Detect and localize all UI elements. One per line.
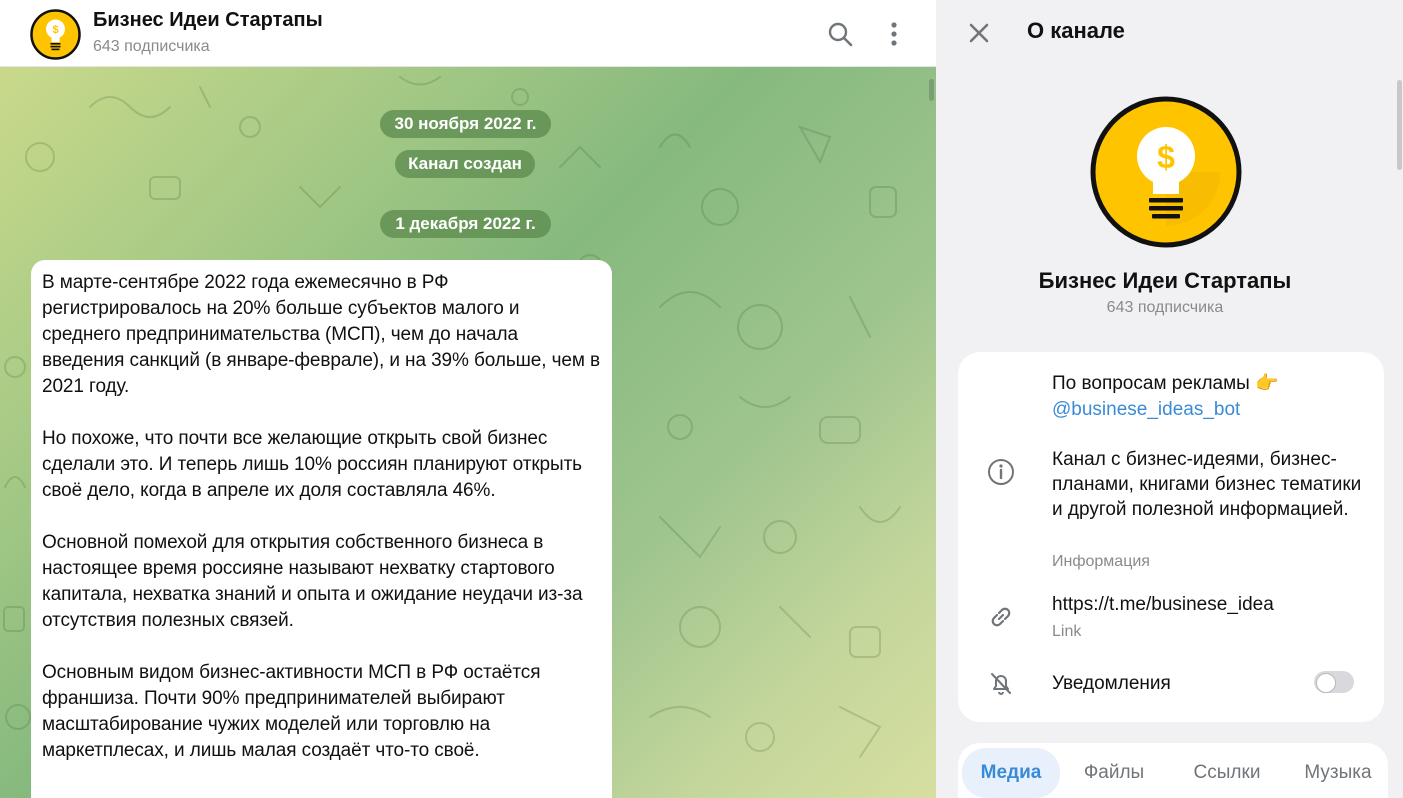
chat-title[interactable]: Бизнес Идеи Стартапы <box>93 9 323 32</box>
chat-scrollbar[interactable] <box>929 79 934 101</box>
ads-text: По вопросам рекламы 👉 <box>1052 373 1279 394</box>
chat-messages[interactable]: 30 ноября 2022 г. Канал создан 1 декабря… <box>0 67 936 798</box>
link-icon <box>984 600 1018 634</box>
channel-link[interactable]: https://t.me/businese_idea <box>1052 592 1274 617</box>
channel-avatar[interactable]: $ <box>30 9 81 60</box>
info-scrollbar[interactable] <box>1397 80 1402 170</box>
bell-muted-icon <box>984 666 1018 700</box>
search-icon[interactable] <box>822 16 858 52</box>
date-separator[interactable]: 1 декабря 2022 г. <box>380 210 551 238</box>
description-caption: Информация <box>1052 553 1150 570</box>
message-paragraph: Основным видом бизнес-активности МСП в Р… <box>42 662 541 761</box>
message-paragraph: Основной помехой для открытия собственно… <box>42 532 583 631</box>
channel-info-panel: О канале $ Бизнес Идеи Стартапы 643 подп… <box>936 0 1403 798</box>
service-message-channel-created: Канал создан <box>395 150 535 178</box>
info-subscribers: 643 подписчика <box>1106 299 1224 316</box>
shared-media-tabs: Медиа Файлы Ссылки Музыка <box>958 743 1388 798</box>
channel-avatar-large[interactable]: $ <box>1090 96 1242 248</box>
tab-links[interactable]: Ссылки <box>1176 748 1278 798</box>
info-icon <box>984 455 1018 489</box>
message-bubble[interactable]: В марте-сентябре 2022 года ежемесячно в … <box>31 260 612 798</box>
info-channel-name: Бизнес Идеи Стартапы <box>1038 268 1292 293</box>
message-paragraph: В марте-сентябре 2022 года ежемесячно в … <box>42 272 600 397</box>
notifications-toggle[interactable] <box>1314 671 1354 693</box>
channel-description: Канал с бизнес-идеями, бизнес-планами, к… <box>1052 449 1362 520</box>
chat-header[interactable]: $ Бизнес Идеи Стартапы 643 подписчика <box>0 0 936 67</box>
notifications-label: Уведомления <box>1052 673 1171 694</box>
tab-files[interactable]: Файлы <box>1068 748 1160 798</box>
chat-panel: $ Бизнес Идеи Стартапы 643 подписчика 30… <box>0 0 936 798</box>
tab-media[interactable]: Медиа <box>962 748 1060 798</box>
message-paragraph: Но похоже, что почти все желающие открыт… <box>42 428 582 501</box>
channel-details-card: По вопросам рекламы 👉 @businese_ideas_bo… <box>958 352 1384 722</box>
close-icon[interactable] <box>962 16 996 50</box>
link-caption: Link <box>1052 623 1082 640</box>
date-separator[interactable]: 30 ноября 2022 г. <box>380 110 551 138</box>
more-vertical-icon[interactable] <box>876 16 912 52</box>
ads-bot-link[interactable]: @businese_ideas_bot <box>1052 397 1240 422</box>
svg-text:$: $ <box>1157 139 1175 175</box>
svg-text:$: $ <box>52 24 58 36</box>
chat-subscribers: 643 подписчика <box>93 38 210 55</box>
info-panel-title: О канале <box>1027 18 1125 43</box>
tab-music[interactable]: Музыка <box>1290 748 1386 798</box>
